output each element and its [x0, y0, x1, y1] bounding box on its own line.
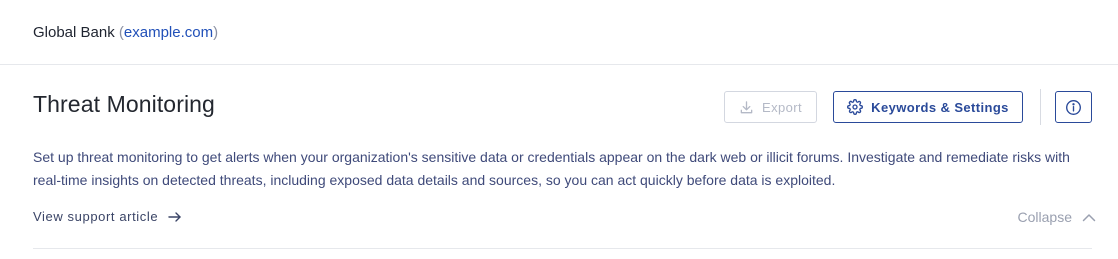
keywords-settings-button[interactable]: Keywords & Settings: [833, 91, 1023, 123]
keywords-settings-label: Keywords & Settings: [871, 99, 1009, 115]
section-divider: [33, 248, 1092, 249]
page-description: Set up threat monitoring to get alerts w…: [33, 149, 1070, 188]
collapse-toggle[interactable]: Collapse: [1018, 209, 1096, 225]
info-icon: [1065, 99, 1082, 116]
view-support-article-link[interactable]: View support article: [33, 209, 182, 224]
org-name: Global Bank: [33, 23, 115, 41]
collapse-label: Collapse: [1017, 209, 1072, 225]
info-button[interactable]: [1055, 91, 1092, 123]
export-label: Export: [762, 99, 802, 115]
support-link-label: View support article: [33, 209, 159, 224]
export-button[interactable]: Export: [724, 91, 817, 123]
threat-monitoring-panel: Threat Monitoring Export Keywords & Sett…: [0, 65, 1118, 259]
arrow-right-icon: [168, 211, 182, 223]
paren-close: ): [213, 23, 219, 41]
chevron-up-icon: [1082, 213, 1096, 222]
download-icon: [739, 100, 754, 115]
org-domain-link[interactable]: example.com: [124, 24, 213, 41]
toolbar: Export Keywords & Settings: [724, 89, 1092, 125]
page-title: Threat Monitoring: [33, 91, 215, 117]
toolbar-divider: [1040, 89, 1041, 125]
gear-icon: [847, 99, 864, 115]
org-header: Global Bank (example.com): [0, 0, 1118, 65]
